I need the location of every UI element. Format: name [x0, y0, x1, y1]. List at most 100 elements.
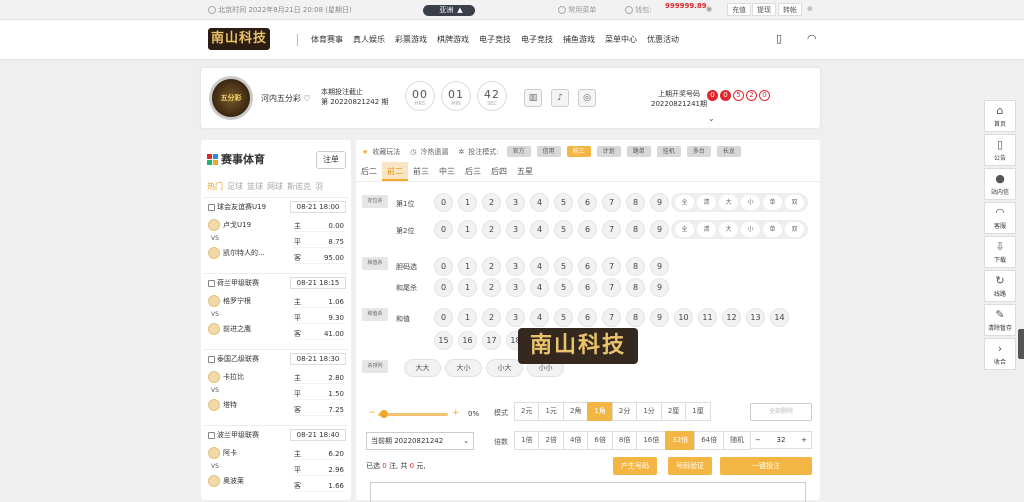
match-card[interactable]: 荷兰甲级联赛 08-21 18:15 格罗宁根 VS 前进之鹰 主 1.06 平 9.30 客 41… [204, 273, 348, 345]
number-ball[interactable]: 16 [458, 331, 477, 350]
trend-icon[interactable]: ♪ [551, 89, 569, 107]
mode-button[interactable]: 路单 [626, 146, 651, 157]
number-ball[interactable]: 7 [602, 278, 621, 297]
number-ball[interactable]: 0 [434, 257, 453, 276]
checkbox-icon[interactable] [208, 431, 215, 439]
number-ball[interactable]: 5 [554, 257, 573, 276]
unit-option[interactable]: 2元 [514, 402, 540, 421]
heart-icon[interactable]: ♡ [304, 94, 311, 103]
quick-select-button[interactable]: 全 [675, 195, 694, 210]
number-ball[interactable]: 3 [506, 193, 525, 212]
rightbar-item[interactable]: ⌂ 首页 [984, 100, 1016, 132]
unit-option[interactable]: 2厘 [660, 402, 687, 421]
sport-tab-hot[interactable]: 热门 [207, 181, 223, 192]
settings-icon[interactable]: ◎ [578, 89, 596, 107]
quick-bet-button[interactable]: 一键投注 [720, 457, 812, 475]
odds-value[interactable]: 41.00 [324, 328, 344, 339]
number-ball[interactable]: 5 [554, 308, 573, 327]
verify-numbers-button[interactable]: 号码验证 [668, 457, 712, 475]
quick-select-button[interactable]: 单 [763, 195, 782, 210]
unit-option[interactable]: 2角 [562, 402, 589, 421]
mode-button[interactable]: 多台 [686, 146, 711, 157]
play-tab[interactable]: 前二 [382, 162, 408, 181]
number-ball[interactable]: 1 [458, 278, 477, 297]
odds-value[interactable]: 2.80 [328, 372, 344, 383]
sport-tab-basketball[interactable]: 篮球 [247, 181, 263, 192]
number-ball[interactable]: 7 [602, 308, 621, 327]
multiple-option[interactable]: 16倍 [636, 431, 667, 450]
generate-numbers-button[interactable]: 产生号码 [613, 457, 657, 475]
number-ball[interactable]: 12 [722, 308, 741, 327]
slider-knob[interactable] [380, 410, 388, 418]
odds-value[interactable]: 1.50 [328, 388, 344, 399]
checkbox-icon[interactable] [208, 203, 215, 211]
rightbar-item[interactable]: ⇩ 下载 [984, 236, 1016, 268]
number-ball[interactable]: 4 [530, 193, 549, 212]
multiple-option[interactable]: 随机 [723, 431, 752, 450]
number-ball[interactable]: 6 [578, 220, 597, 239]
slider-track[interactable] [378, 413, 448, 416]
size-button[interactable]: 大小 [445, 359, 482, 377]
plus-icon[interactable]: ⊕ [807, 5, 813, 13]
odds-row[interactable]: 平 2.96 [294, 464, 344, 476]
number-ball[interactable]: 2 [482, 257, 501, 276]
rightbar-item[interactable]: ✎ 清除暂存 [984, 304, 1016, 336]
odds-value[interactable]: 95.00 [324, 252, 344, 263]
mode-button[interactable]: 计划 [596, 146, 621, 157]
rightbar-item[interactable]: › 收合 [984, 338, 1016, 370]
number-ball[interactable]: 3 [506, 257, 525, 276]
number-ball[interactable]: 2 [482, 193, 501, 212]
rightbar-item[interactable]: ▯ 公告 [984, 134, 1016, 166]
chevron-down-icon[interactable]: ⌄ [708, 114, 715, 123]
number-ball[interactable]: 3 [506, 278, 525, 297]
multiple-option[interactable]: 8倍 [611, 431, 638, 450]
rightbar-item[interactable]: ◠ 客服 [984, 202, 1016, 234]
odds-value[interactable]: 9.30 [328, 312, 344, 323]
number-ball[interactable]: 5 [554, 220, 573, 239]
number-ball[interactable]: 9 [650, 257, 669, 276]
number-ball[interactable]: 8 [626, 308, 645, 327]
sport-tab-badminton[interactable]: 羽 [315, 181, 323, 192]
quick-select-button[interactable]: 清 [697, 222, 716, 237]
odds-value[interactable]: 7.25 [328, 404, 344, 415]
number-ball[interactable]: 6 [578, 193, 597, 212]
quick-select-button[interactable]: 小 [741, 222, 760, 237]
odds-row[interactable]: 客 1.66 [294, 480, 344, 492]
favorite-link[interactable]: 收藏玩法 [372, 147, 400, 157]
minus-icon[interactable]: − [368, 408, 376, 418]
number-ball[interactable]: 3 [506, 308, 525, 327]
quick-select-button[interactable]: 清 [697, 195, 716, 210]
deposit-button[interactable]: 充值 [727, 3, 751, 16]
odds-row[interactable]: 客 41.00 [294, 328, 344, 340]
multiple-option[interactable]: 2倍 [538, 431, 564, 450]
play-tab[interactable]: 五星 [512, 162, 538, 181]
number-ball[interactable]: 2 [482, 278, 501, 297]
number-ball[interactable]: 5 [554, 193, 573, 212]
number-ball[interactable]: 15 [434, 331, 453, 350]
plus-icon[interactable]: + [452, 408, 460, 418]
nav-item-live[interactable]: 真人娱乐 [353, 34, 385, 45]
number-ball[interactable]: 6 [578, 278, 597, 297]
number-ball[interactable]: 4 [530, 257, 549, 276]
number-ball[interactable]: 8 [626, 278, 645, 297]
quick-select-button[interactable]: 双 [785, 222, 804, 237]
multiple-option[interactable]: 6倍 [587, 431, 613, 450]
quick-select-button[interactable]: 小 [741, 195, 760, 210]
issue-select[interactable]: 当前期 20220821242 ⌄ [366, 432, 474, 450]
bet-slip-button[interactable]: 注单 [316, 151, 346, 169]
number-ball[interactable]: 8 [626, 193, 645, 212]
match-card[interactable]: 波兰甲级联赛 08-21 18:40 阿卡 VS 奥波莱 主 6.20 平 2.96 客 1.66 [204, 425, 348, 497]
quick-select-button[interactable]: 单 [763, 222, 782, 237]
mode-button[interactable]: 挂机 [656, 146, 681, 157]
number-ball[interactable]: 2 [482, 308, 501, 327]
nav-item-chess[interactable]: 棋牌游戏 [437, 34, 469, 45]
number-ball[interactable]: 1 [458, 308, 477, 327]
number-ball[interactable]: 7 [602, 257, 621, 276]
number-ball[interactable]: 8 [626, 257, 645, 276]
odds-row[interactable]: 客 7.25 [294, 404, 344, 416]
odds-row[interactable]: 主 0.00 [294, 220, 344, 232]
match-card[interactable]: 球会友谊赛U19 08-21 18:00 卢戈U19 VS 凯尔特人的... 主 0.00 平… [204, 197, 348, 269]
odds-row[interactable]: 客 95.00 [294, 252, 344, 264]
unit-option[interactable]: 1分 [636, 402, 662, 421]
number-ball[interactable]: 0 [434, 193, 453, 212]
